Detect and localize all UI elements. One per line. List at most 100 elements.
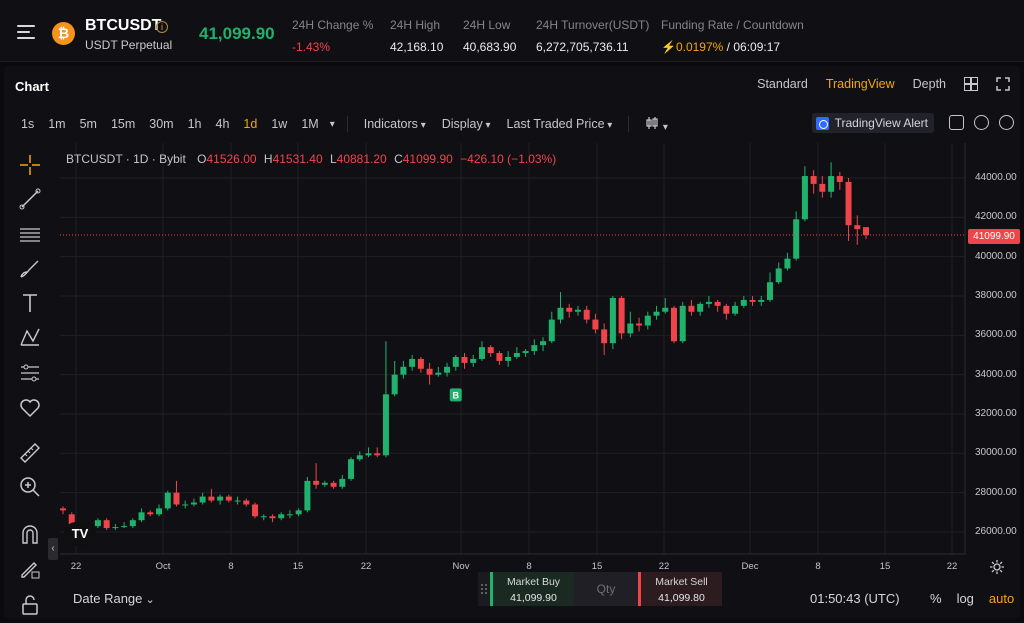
candle-body — [487, 347, 494, 354]
stat-24h-change: 24H Change % -1.43% — [292, 18, 373, 54]
camera-icon[interactable] — [949, 115, 964, 130]
x-tick-label: 8 — [526, 561, 532, 572]
utc-clock[interactable]: 01:50:43 (UTC) — [810, 591, 900, 606]
info-icon[interactable]: i — [156, 21, 168, 33]
timeframe-30m[interactable]: 30m — [142, 117, 180, 131]
candle-body — [365, 453, 372, 456]
timeframe-1w[interactable]: 1w — [264, 117, 294, 131]
price-chart[interactable]: B — [60, 143, 968, 555]
candle-body — [190, 502, 197, 505]
eye-icon[interactable] — [999, 115, 1014, 130]
candle-body — [627, 323, 634, 334]
legend-low-label: L — [329, 152, 337, 166]
hamburger-menu-icon[interactable] — [17, 25, 35, 39]
lock-icon[interactable] — [12, 590, 48, 620]
candle-body — [636, 323, 643, 326]
settings-icon[interactable] — [974, 115, 989, 130]
legend-change: −426.10 (−1.03%) — [460, 152, 557, 166]
display-dropdown[interactable]: Display — [434, 117, 499, 131]
ruler-icon[interactable] — [12, 438, 48, 468]
forecast-icon[interactable] — [12, 358, 48, 388]
candle-body — [225, 496, 232, 501]
candle-body — [819, 183, 826, 192]
candle-body — [662, 307, 669, 312]
candle-body — [217, 496, 224, 501]
layout-grid-icon[interactable] — [964, 77, 978, 91]
symbol-name[interactable]: BTCUSDT — [85, 17, 161, 35]
stat-value: 6,272,705,736.11 — [536, 40, 629, 54]
candle-body — [566, 307, 573, 312]
candle-body — [461, 356, 468, 363]
panel-title: Chart — [15, 79, 49, 94]
x-tick-label: 22 — [658, 561, 670, 572]
candle-body — [164, 492, 171, 509]
price-type-dropdown[interactable]: Last Traded Price — [499, 117, 621, 131]
candle-body — [138, 512, 145, 521]
candle-body — [321, 482, 328, 485]
pattern-icon[interactable] — [12, 322, 48, 352]
timeframe-15m[interactable]: 15m — [104, 117, 142, 131]
tradingview-logo: TV — [64, 522, 96, 546]
date-range-dropdown[interactable]: Date Range — [73, 591, 155, 606]
candle-body — [348, 459, 355, 479]
timeframe-1d[interactable]: 1d — [236, 117, 264, 131]
market-sell-label: Market Sell — [655, 576, 708, 588]
pencil-lock-icon[interactable] — [12, 554, 48, 584]
y-tick-label: 36000.00 — [975, 329, 1017, 341]
axis-settings-icon[interactable] — [989, 559, 1005, 575]
x-tick-label: Nov — [452, 561, 470, 572]
view-depth[interactable]: Depth — [913, 77, 946, 91]
timeframe-1M[interactable]: 1M — [294, 117, 325, 131]
candle-body — [208, 496, 215, 501]
magnet-icon[interactable] — [12, 520, 48, 550]
y-tick-label: 28000.00 — [975, 486, 1017, 498]
stat-value: 40,683.90 — [463, 40, 517, 54]
percent-scale-toggle[interactable]: % — [930, 591, 942, 606]
collapse-toolbar-button[interactable]: ‹ — [48, 538, 58, 560]
candle-body — [129, 520, 136, 527]
view-tradingview[interactable]: TradingView — [826, 77, 895, 91]
candle-body — [644, 315, 651, 326]
favorite-heart-icon[interactable] — [12, 392, 48, 422]
timeframe-4h[interactable]: 4h — [209, 117, 237, 131]
candles-icon — [646, 116, 658, 129]
candle-body — [234, 500, 241, 502]
horizontal-lines-icon[interactable] — [12, 220, 48, 250]
chart-type-dropdown[interactable] — [637, 116, 676, 133]
drag-handle[interactable] — [478, 572, 490, 606]
text-icon[interactable] — [12, 288, 48, 318]
divider — [346, 116, 348, 132]
market-sell-button[interactable]: Market Sell 41,099.80 — [638, 572, 722, 606]
timeframe-1h[interactable]: 1h — [181, 117, 209, 131]
legend-low: 40881.20 — [336, 152, 387, 166]
auto-scale-toggle[interactable]: auto — [989, 591, 1014, 606]
indicators-dropdown[interactable]: Indicators — [356, 117, 434, 131]
candle-body — [732, 305, 739, 314]
timeframe-1s[interactable]: 1s — [14, 117, 41, 131]
ohlc-legend: BTCUSDT · 1D · Bybit O41526.00 H41531.40… — [66, 152, 556, 166]
candle-body — [121, 526, 128, 528]
timeframe-5m[interactable]: 5m — [73, 117, 104, 131]
tradingview-alert-button[interactable]: TradingView Alert — [811, 113, 934, 133]
brush-icon[interactable] — [12, 254, 48, 284]
market-buy-button[interactable]: Market Buy 41,099.90 — [490, 572, 574, 606]
qty-input[interactable]: Qty — [574, 572, 638, 606]
alert-icon — [815, 116, 829, 130]
more-timeframes-dropdown[interactable]: ▾ — [326, 119, 339, 130]
view-standard[interactable]: Standard — [757, 77, 808, 91]
crosshair-icon[interactable] — [12, 150, 48, 180]
candle-body — [766, 282, 773, 300]
trend-line-icon[interactable] — [12, 184, 48, 214]
view-switcher: Standard TradingView Depth — [757, 77, 1010, 91]
candle-body — [592, 319, 599, 330]
candle-body — [496, 353, 503, 361]
candle-body — [304, 480, 311, 511]
stat-value: 42,168.10 — [390, 40, 444, 54]
candle-body — [295, 510, 302, 515]
timeframe-1m[interactable]: 1m — [41, 117, 72, 131]
log-scale-toggle[interactable]: log — [957, 591, 974, 606]
market-buy-label: Market Buy — [506, 576, 561, 588]
fullscreen-icon[interactable] — [996, 77, 1010, 91]
zoom-in-icon[interactable] — [12, 472, 48, 502]
stat-label: 24H High — [390, 18, 441, 32]
